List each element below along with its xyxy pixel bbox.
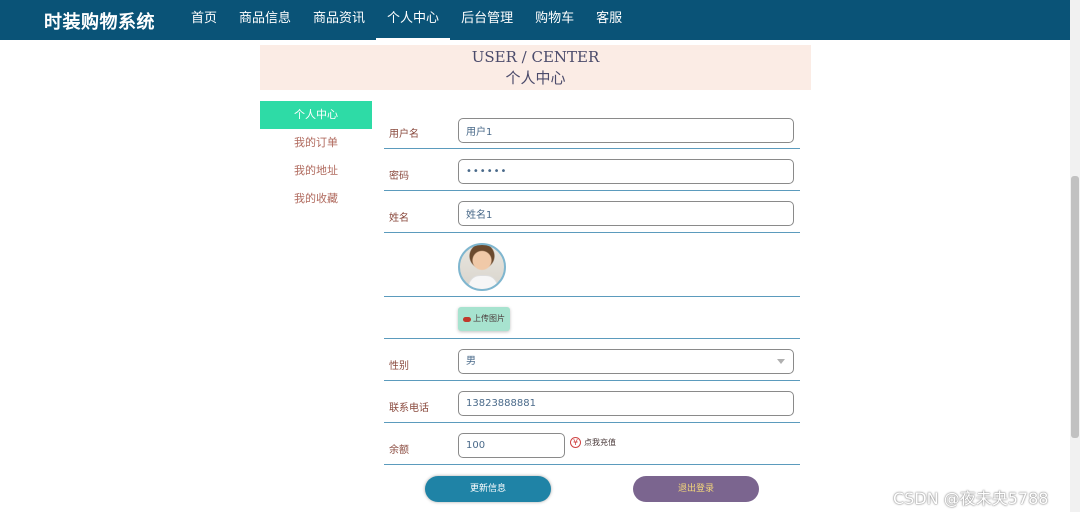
username-input[interactable] (458, 118, 794, 143)
nav-item-home[interactable]: 首页 (180, 0, 228, 40)
nav-item-support[interactable]: 客服 (585, 0, 633, 40)
banner-title-cn: 个人中心 (505, 69, 566, 87)
avatar-image (458, 243, 506, 291)
row-name: 姓名 (384, 191, 800, 233)
banner-title-en: USER / CENTER (471, 48, 600, 66)
phone-input[interactable] (458, 391, 794, 416)
phone-label: 联系电话 (389, 403, 429, 414)
scrollbar-thumb[interactable] (1071, 176, 1079, 438)
row-password: 密码 (384, 149, 800, 191)
name-label: 姓名 (389, 213, 409, 224)
user-sidebar: 个人中心 我的订单 我的地址 我的收藏 (260, 101, 372, 213)
recharge-label: 点我充值 (584, 438, 616, 447)
row-username: 用户名 (384, 108, 800, 149)
update-info-button[interactable]: 更新信息 (425, 476, 551, 502)
nav-item-news[interactable]: 商品资讯 (302, 0, 376, 40)
cloud-upload-icon (463, 316, 471, 322)
upload-image-button[interactable]: 上传图片 (458, 307, 510, 331)
row-phone: 联系电话 (384, 381, 800, 423)
password-input[interactable] (458, 159, 794, 184)
row-gender: 性别 男 (384, 339, 800, 381)
upload-button-label: 上传图片 (473, 314, 505, 323)
nav-item-user-center[interactable]: 个人中心 (376, 0, 451, 40)
username-label: 用户名 (389, 129, 419, 140)
gender-select[interactable]: 男 (458, 349, 794, 374)
nav-item-products[interactable]: 商品信息 (228, 0, 302, 40)
sidebar-item-orders[interactable]: 我的订单 (260, 129, 372, 157)
sidebar-item-user-center[interactable]: 个人中心 (260, 101, 372, 129)
main-nav: 首页 商品信息 商品资讯 个人中心 后台管理 购物车 客服 (180, 0, 633, 40)
recharge-link[interactable]: ¥ 点我充值 (570, 437, 616, 448)
gender-label: 性别 (389, 361, 409, 372)
gender-selected-value: 男 (466, 356, 476, 367)
yen-icon: ¥ (570, 437, 581, 448)
balance-label: 余额 (389, 445, 409, 456)
csdn-watermark: CSDN @夜未央5788 (893, 489, 1049, 508)
balance-input[interactable] (458, 433, 565, 458)
sidebar-item-favorites[interactable]: 我的收藏 (260, 185, 372, 213)
site-brand[interactable]: 时装购物系统 (44, 8, 155, 34)
sidebar-item-addresses[interactable]: 我的地址 (260, 157, 372, 185)
password-label: 密码 (389, 171, 409, 182)
chevron-down-icon (777, 359, 785, 364)
row-avatar (384, 233, 800, 297)
row-balance: 余额 ¥ 点我充值 (384, 423, 800, 465)
logout-button[interactable]: 退出登录 (633, 476, 759, 502)
top-navigation-bar: 时装购物系统 首页 商品信息 商品资讯 个人中心 后台管理 购物车 客服 (0, 0, 1070, 40)
name-input[interactable] (458, 201, 794, 226)
row-upload: 上传图片 (384, 297, 800, 339)
user-profile-form: 用户名 密码 姓名 上传图片 性别 男 联系电话 余额 ¥ 点我充 (384, 108, 800, 465)
page-banner: USER / CENTER 个人中心 (260, 45, 811, 90)
avatar-shirt (468, 275, 498, 289)
nav-item-admin[interactable]: 后台管理 (450, 0, 524, 40)
nav-item-cart[interactable]: 购物车 (524, 0, 585, 40)
